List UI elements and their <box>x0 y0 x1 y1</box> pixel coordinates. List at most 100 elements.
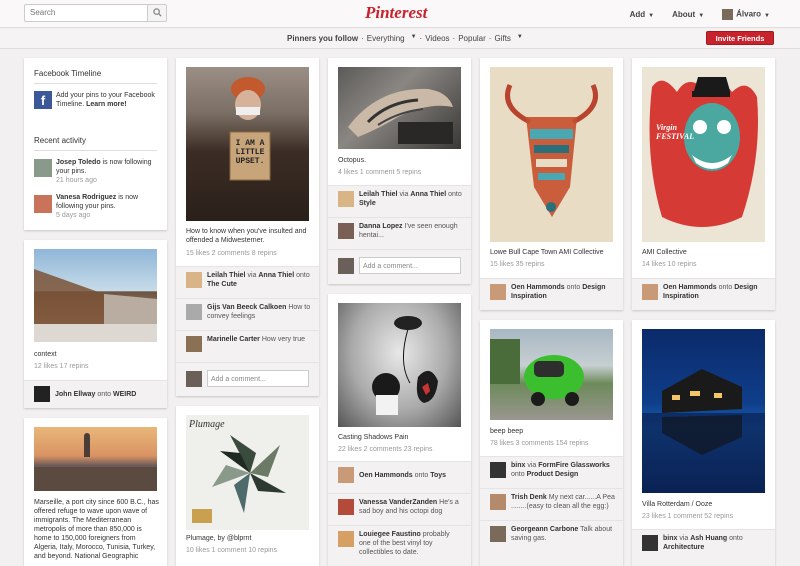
avatar[interactable] <box>338 467 354 483</box>
art-title: Plumage <box>189 419 225 430</box>
avatar[interactable] <box>186 272 202 288</box>
avatar[interactable] <box>642 284 658 300</box>
pin-image-art <box>649 77 758 227</box>
avatar[interactable] <box>490 462 506 478</box>
avatar[interactable] <box>338 223 354 239</box>
board-link[interactable]: Toys <box>430 472 446 479</box>
via-text: via <box>525 462 539 469</box>
user-link[interactable]: Leilah Thiel <box>207 272 246 279</box>
pin-stats: 15 likes 35 repins <box>490 261 545 268</box>
user-link[interactable]: Oen Hammonds <box>663 284 717 291</box>
pin-description: Villa Rotterdam / Ooze <box>642 501 713 508</box>
avatar[interactable] <box>34 195 52 213</box>
search-input[interactable] <box>25 5 145 20</box>
comment-input[interactable]: Add a comment... <box>359 257 461 274</box>
activity-user-link[interactable]: Vanesa Rodriguez <box>56 194 116 201</box>
avatar[interactable] <box>338 499 354 515</box>
avatar[interactable] <box>34 386 50 402</box>
pin-image[interactable]: Plumage <box>186 415 309 530</box>
comment-body: How very true <box>259 336 306 343</box>
chevron-down-icon: ▼ <box>648 13 655 19</box>
activity-user-link[interactable]: Josep Toledo <box>56 159 101 166</box>
pinterest-logo[interactable]: Pinterest <box>365 3 427 23</box>
user-link[interactable]: Leilah Thiel <box>359 191 398 198</box>
search-button[interactable] <box>147 5 166 21</box>
pin-stats: 22 likes 2 comments 23 repins <box>338 446 433 453</box>
learn-more-link[interactable]: Learn more! <box>86 101 126 108</box>
facebook-icon: f <box>34 91 52 109</box>
pin-attribution: Oen Hammonds onto Design Inspiration <box>480 278 623 310</box>
pin-image-art <box>372 316 438 415</box>
nav-pinners-you-follow[interactable]: Pinners you follow <box>287 34 358 43</box>
sidebar-panel: Facebook Timeline f Add your pins to you… <box>24 58 167 230</box>
user-link[interactable]: Danna Lopez <box>359 223 403 230</box>
nav-gifts[interactable]: Gifts <box>494 34 510 43</box>
user-link[interactable]: binx <box>663 535 677 542</box>
pin-image[interactable] <box>34 427 157 491</box>
nav-videos[interactable]: Videos <box>425 34 449 43</box>
board-link[interactable]: The Cute <box>207 281 237 288</box>
pin-image[interactable] <box>490 67 613 242</box>
nav-everything[interactable]: Everything <box>367 34 405 43</box>
avatar[interactable] <box>186 336 202 352</box>
about-menu[interactable]: About ▼ <box>672 10 704 19</box>
user-link[interactable]: Vanessa VanderZanden <box>359 499 437 506</box>
board-link[interactable]: WEIRD <box>113 391 136 398</box>
avatar[interactable] <box>642 535 658 551</box>
board-link[interactable]: Architecture <box>663 544 704 551</box>
user-link[interactable]: Louiegee Faustino <box>359 531 421 538</box>
avatar[interactable] <box>490 494 506 510</box>
user-link[interactable]: FormFire Glassworks <box>538 462 610 469</box>
add-menu[interactable]: Add ▼ <box>630 10 655 19</box>
avatar[interactable] <box>34 159 52 177</box>
avatar[interactable] <box>186 304 202 320</box>
comment-row: Marinelle Carter How very true <box>176 330 319 362</box>
nav-separator: · <box>419 34 423 43</box>
pin-stats: 12 likes 17 repins <box>34 363 89 370</box>
user-link[interactable]: Anna Thiel <box>258 272 294 279</box>
avatar[interactable] <box>338 531 354 547</box>
user-link[interactable]: Ash Huang <box>690 535 727 542</box>
pin-image[interactable]: Virgin FESTIVAL <box>642 67 765 242</box>
pin-card: context 12 likes 17 repins John Ellway o… <box>24 240 167 408</box>
pin-image[interactable] <box>642 329 765 493</box>
onto-text: onto <box>511 471 527 478</box>
board-link[interactable]: Style <box>359 200 376 207</box>
board-link[interactable]: Product Design <box>527 471 579 478</box>
pin-description: How to know when you've insulted and off… <box>186 228 307 244</box>
pin-image[interactable] <box>34 249 157 342</box>
pin-image-art <box>34 433 157 491</box>
avatar[interactable] <box>490 526 506 542</box>
festival-text: Virgin FESTIVAL <box>656 123 695 141</box>
nav-separator: · <box>361 34 364 43</box>
user-link[interactable]: Gijs Van Beeck Calkoen <box>207 304 286 311</box>
pin-card: Marseille, a port city since 600 B.C., h… <box>24 418 167 566</box>
pin-image[interactable] <box>338 67 461 149</box>
pin-image-art <box>192 435 286 523</box>
user-link[interactable]: binx <box>511 462 525 469</box>
comment-text: Vanessa VanderZanden He's a sad boy and … <box>359 498 463 516</box>
user-link[interactable]: John Ellway <box>55 391 95 398</box>
user-menu[interactable]: Álvaro ▼ <box>722 9 770 20</box>
nav-popular[interactable]: Popular <box>458 34 486 43</box>
user-name: Álvaro <box>736 9 762 19</box>
chevron-down-icon: ▼ <box>764 12 770 19</box>
invite-friends-button[interactable]: Invite Friends <box>706 31 774 45</box>
user-link[interactable]: Trish Denk <box>511 494 547 501</box>
user-link[interactable]: Oen Hammonds <box>511 284 565 291</box>
avatar[interactable] <box>338 191 354 207</box>
category-bar: Pinners you follow · Everything ▼ · Video… <box>0 29 800 49</box>
user-link[interactable]: Georgeann Carbone <box>511 526 578 533</box>
user-link[interactable]: Marinelle Carter <box>207 336 260 343</box>
pin-stats: 23 likes 1 comment 52 repins <box>642 513 734 520</box>
search-box[interactable] <box>24 4 167 22</box>
avatar[interactable] <box>490 284 506 300</box>
pin-image[interactable] <box>490 329 613 420</box>
pin-image[interactable] <box>338 303 461 427</box>
activity-item: Vanesa Rodriguez is now following your p… <box>56 193 162 220</box>
comment-input[interactable]: Add a comment... <box>207 370 309 387</box>
pin-image[interactable]: I AM A LITTLE UPSET. <box>186 67 309 221</box>
chevron-down-icon: ▼ <box>698 13 705 19</box>
user-link[interactable]: Oen Hammonds <box>359 472 413 479</box>
user-link[interactable]: Anna Thiel <box>410 191 446 198</box>
